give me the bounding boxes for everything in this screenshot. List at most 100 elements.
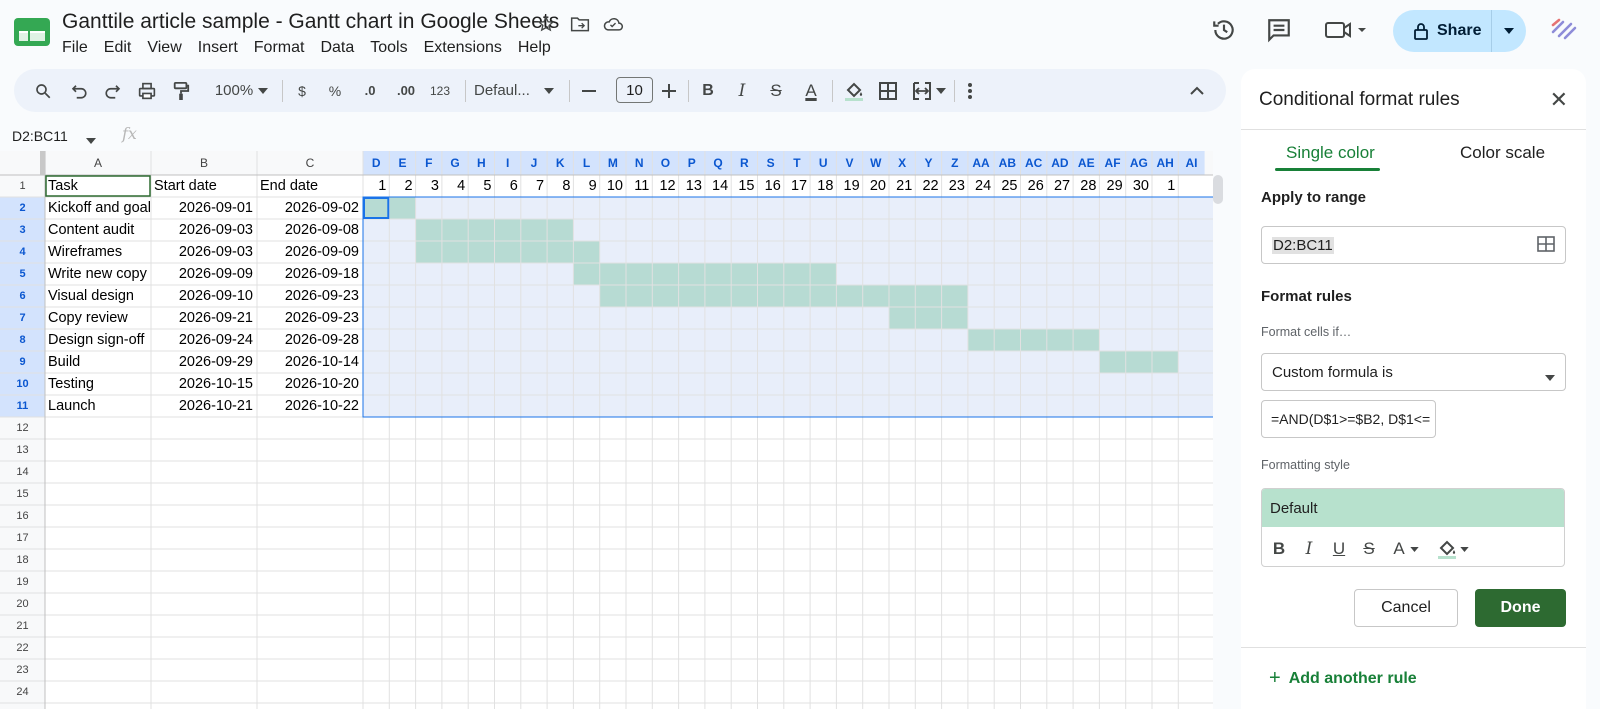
font-size-input[interactable]: 10 (616, 77, 653, 103)
row-header[interactable]: 21 (0, 615, 45, 637)
row-header[interactable]: 4 (0, 241, 45, 263)
sheets-logo[interactable] (14, 18, 50, 46)
column-header[interactable]: AE (1073, 151, 1099, 175)
row-header[interactable]: 3 (0, 219, 45, 241)
redo-icon[interactable] (100, 69, 126, 112)
meet-icon[interactable] (1322, 14, 1370, 46)
column-header[interactable]: S (758, 151, 784, 175)
end-date-cell[interactable]: 2026-09-02 (257, 197, 359, 219)
row-header[interactable]: 12 (0, 417, 45, 439)
day-number-cell[interactable]: 3 (416, 175, 439, 197)
merge-dropdown-icon[interactable] (934, 69, 948, 112)
strikethrough-button[interactable]: S (765, 69, 787, 112)
column-header[interactable]: A (45, 151, 151, 175)
comments-icon[interactable] (1263, 14, 1295, 46)
style-fill-color-icon[interactable] (1434, 538, 1460, 560)
column-header[interactable]: AF (1099, 151, 1125, 175)
end-date-cell[interactable]: 2026-10-14 (257, 351, 359, 373)
menu-extensions[interactable]: Extensions (416, 37, 510, 59)
header-cell[interactable]: End date (260, 175, 360, 197)
day-number-cell[interactable]: 12 (652, 175, 675, 197)
day-number-cell[interactable]: 10 (600, 175, 623, 197)
column-header[interactable]: F (416, 151, 442, 175)
menu-tools[interactable]: Tools (362, 37, 415, 59)
style-text-color-button[interactable]: A (1388, 538, 1410, 560)
version-history-icon[interactable] (1208, 14, 1240, 46)
star-icon[interactable] (534, 12, 558, 36)
print-icon[interactable] (134, 69, 160, 112)
header-cell[interactable]: Task (48, 175, 148, 197)
end-date-cell[interactable]: 2026-09-09 (257, 241, 359, 263)
day-number-cell[interactable]: 17 (784, 175, 807, 197)
row-header[interactable]: 11 (0, 395, 45, 417)
column-header[interactable]: K (547, 151, 573, 175)
day-number-cell[interactable]: 25 (994, 175, 1017, 197)
start-date-cell[interactable]: 2026-09-01 (151, 197, 253, 219)
decrease-decimal-button[interactable]: .0 (357, 69, 383, 112)
menu-view[interactable]: View (139, 37, 189, 59)
day-number-cell[interactable]: 1 (363, 175, 386, 197)
task-name-cell[interactable]: Content audit (48, 219, 150, 241)
day-number-cell[interactable]: 24 (968, 175, 991, 197)
fill-color-icon[interactable] (842, 69, 866, 112)
row-header[interactable]: 2 (0, 197, 45, 219)
day-number-cell[interactable]: 11 (626, 175, 649, 197)
row-header[interactable]: 17 (0, 527, 45, 549)
cloud-status-icon[interactable] (601, 12, 625, 36)
menu-edit[interactable]: Edit (96, 37, 140, 59)
bold-button[interactable]: B (697, 69, 719, 112)
style-underline-button[interactable]: U (1328, 538, 1350, 560)
share-main-button[interactable]: Share (1393, 10, 1493, 52)
font-select[interactable]: Defaul... (474, 69, 548, 112)
range-input[interactable]: D2:BC11 (1261, 226, 1566, 264)
row-header[interactable]: 18 (0, 549, 45, 571)
row-header[interactable]: 24 (0, 681, 45, 703)
tab-color-scale[interactable]: Color scale (1460, 143, 1545, 163)
undo-icon[interactable] (66, 69, 92, 112)
increase-font-size-icon[interactable] (658, 69, 680, 112)
end-date-cell[interactable]: 2026-09-23 (257, 307, 359, 329)
start-date-cell[interactable]: 2026-09-24 (151, 329, 253, 351)
row-header[interactable]: 14 (0, 461, 45, 483)
collapse-menus-icon[interactable] (1186, 69, 1208, 112)
custom-formula-input[interactable]: =AND(D$1>=$B2, D$1<= (1261, 400, 1436, 438)
day-number-cell[interactable]: 19 (836, 175, 860, 197)
font-dropdown-icon[interactable] (542, 69, 556, 112)
column-header[interactable]: AH (1152, 151, 1178, 175)
day-number-cell[interactable]: 28 (1073, 175, 1096, 197)
start-date-cell[interactable]: 2026-09-21 (151, 307, 253, 329)
menu-data[interactable]: Data (312, 37, 362, 59)
menu-help[interactable]: Help (510, 37, 559, 59)
vertical-scrollbar[interactable] (1213, 175, 1223, 204)
percent-format-button[interactable]: % (325, 69, 345, 112)
day-number-cell[interactable]: 29 (1099, 175, 1123, 197)
column-header[interactable]: R (731, 151, 757, 175)
column-header[interactable]: AB (994, 151, 1020, 175)
row-header[interactable]: 16 (0, 505, 45, 527)
row-header[interactable]: 1 (0, 175, 45, 197)
menu-insert[interactable]: Insert (190, 37, 246, 59)
currency-format-button[interactable]: $ (292, 69, 312, 112)
task-name-cell[interactable]: Launch (48, 395, 150, 417)
row-header[interactable]: 19 (0, 571, 45, 593)
column-header[interactable]: J (521, 151, 547, 175)
row-header[interactable]: 10 (0, 373, 45, 395)
document-title[interactable]: Ganttile article sample - Gantt chart in… (62, 10, 559, 34)
cancel-button[interactable]: Cancel (1354, 589, 1458, 627)
task-name-cell[interactable]: Build (48, 351, 150, 373)
style-strikethrough-button[interactable]: S (1358, 538, 1380, 560)
day-number-cell[interactable]: 16 (758, 175, 781, 197)
column-header[interactable]: P (679, 151, 705, 175)
select-range-icon[interactable] (1537, 236, 1555, 256)
column-header[interactable]: C (257, 151, 363, 175)
start-date-cell[interactable]: 2026-09-10 (151, 285, 253, 307)
end-date-cell[interactable]: 2026-09-18 (257, 263, 359, 285)
zoom-select[interactable]: 100% (204, 69, 264, 112)
day-number-cell[interactable]: 4 (442, 175, 465, 197)
day-number-cell[interactable]: 15 (731, 175, 754, 197)
day-number-cell[interactable]: 7 (521, 175, 544, 197)
style-preview[interactable]: Default (1262, 489, 1564, 527)
name-box-dropdown-icon[interactable] (86, 131, 96, 149)
text-color-button[interactable]: A (798, 69, 824, 112)
day-number-cell[interactable]: 26 (1021, 175, 1044, 197)
